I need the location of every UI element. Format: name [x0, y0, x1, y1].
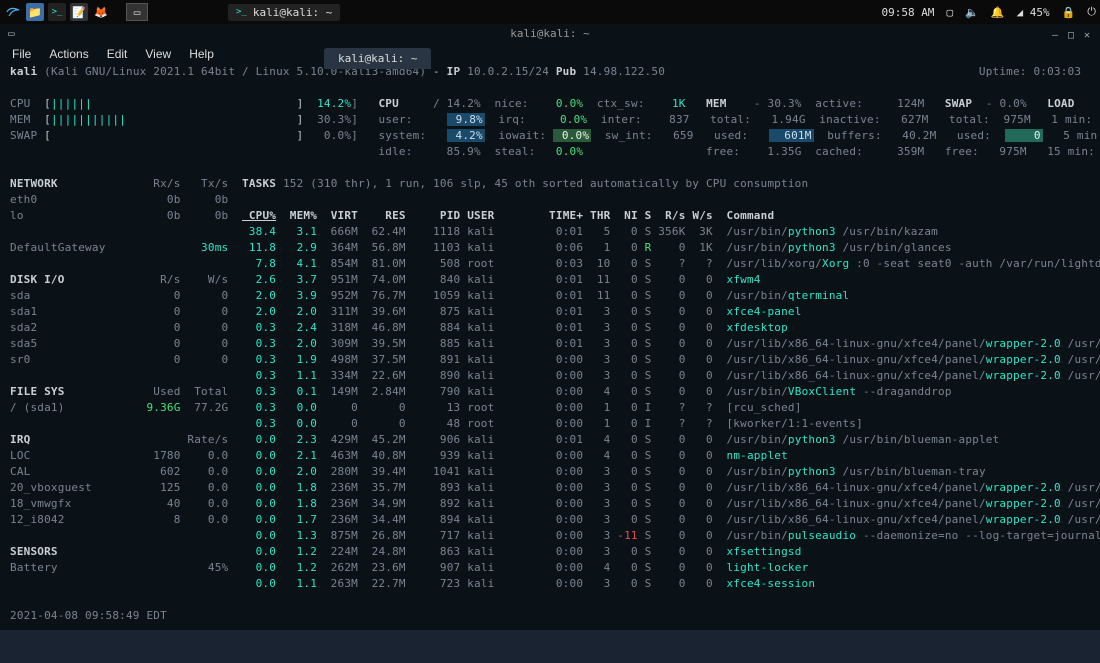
maximize-button[interactable]: □: [1064, 28, 1078, 42]
minimize-button[interactable]: —: [1048, 28, 1062, 42]
power-icon[interactable]: ⏻: [1087, 5, 1096, 19]
editor-icon[interactable]: 📝: [70, 3, 88, 21]
desktop-panel: 📁 >_ 📝 🦊 ▭ >_ kali@kali: ~ 09:58 AM ▢ 🔈 …: [0, 0, 1100, 24]
files-icon[interactable]: 📁: [26, 3, 44, 21]
firefox-icon[interactable]: 🦊: [92, 3, 110, 21]
menu-actions[interactable]: Actions: [49, 47, 88, 61]
workspace-switcher[interactable]: ▭: [126, 3, 148, 21]
notification-icon[interactable]: 🔔: [991, 6, 1005, 19]
clock[interactable]: 09:58 AM: [881, 6, 934, 19]
menu-edit[interactable]: Edit: [107, 47, 128, 61]
battery-icon[interactable]: ◢ 45%: [1016, 6, 1049, 19]
terminal-output: kali (Kali GNU/Linux 2021.1 64bit / Linu…: [0, 58, 1100, 630]
window-title: kali@kali: ~: [510, 27, 589, 40]
task-label: kali@kali: ~: [253, 6, 332, 19]
menu-help[interactable]: Help: [189, 47, 214, 61]
window-controls: — □ ✕: [1042, 24, 1100, 46]
taskbar-item[interactable]: >_ kali@kali: ~: [228, 4, 340, 21]
lock-icon[interactable]: 🔒: [1062, 6, 1076, 19]
terminal-small-icon: >_: [236, 7, 247, 17]
window-menu-icon[interactable]: ▭: [8, 27, 15, 40]
volume-icon[interactable]: 🔈: [965, 6, 979, 19]
kali-menu-icon[interactable]: [4, 3, 22, 21]
terminal-tab[interactable]: kali@kali: ~: [324, 48, 431, 69]
menu-view[interactable]: View: [145, 47, 171, 61]
close-button[interactable]: ✕: [1080, 28, 1094, 42]
terminal-icon[interactable]: >_: [48, 3, 66, 21]
menu-file[interactable]: File: [12, 47, 31, 61]
display-icon[interactable]: ▢: [946, 6, 953, 19]
